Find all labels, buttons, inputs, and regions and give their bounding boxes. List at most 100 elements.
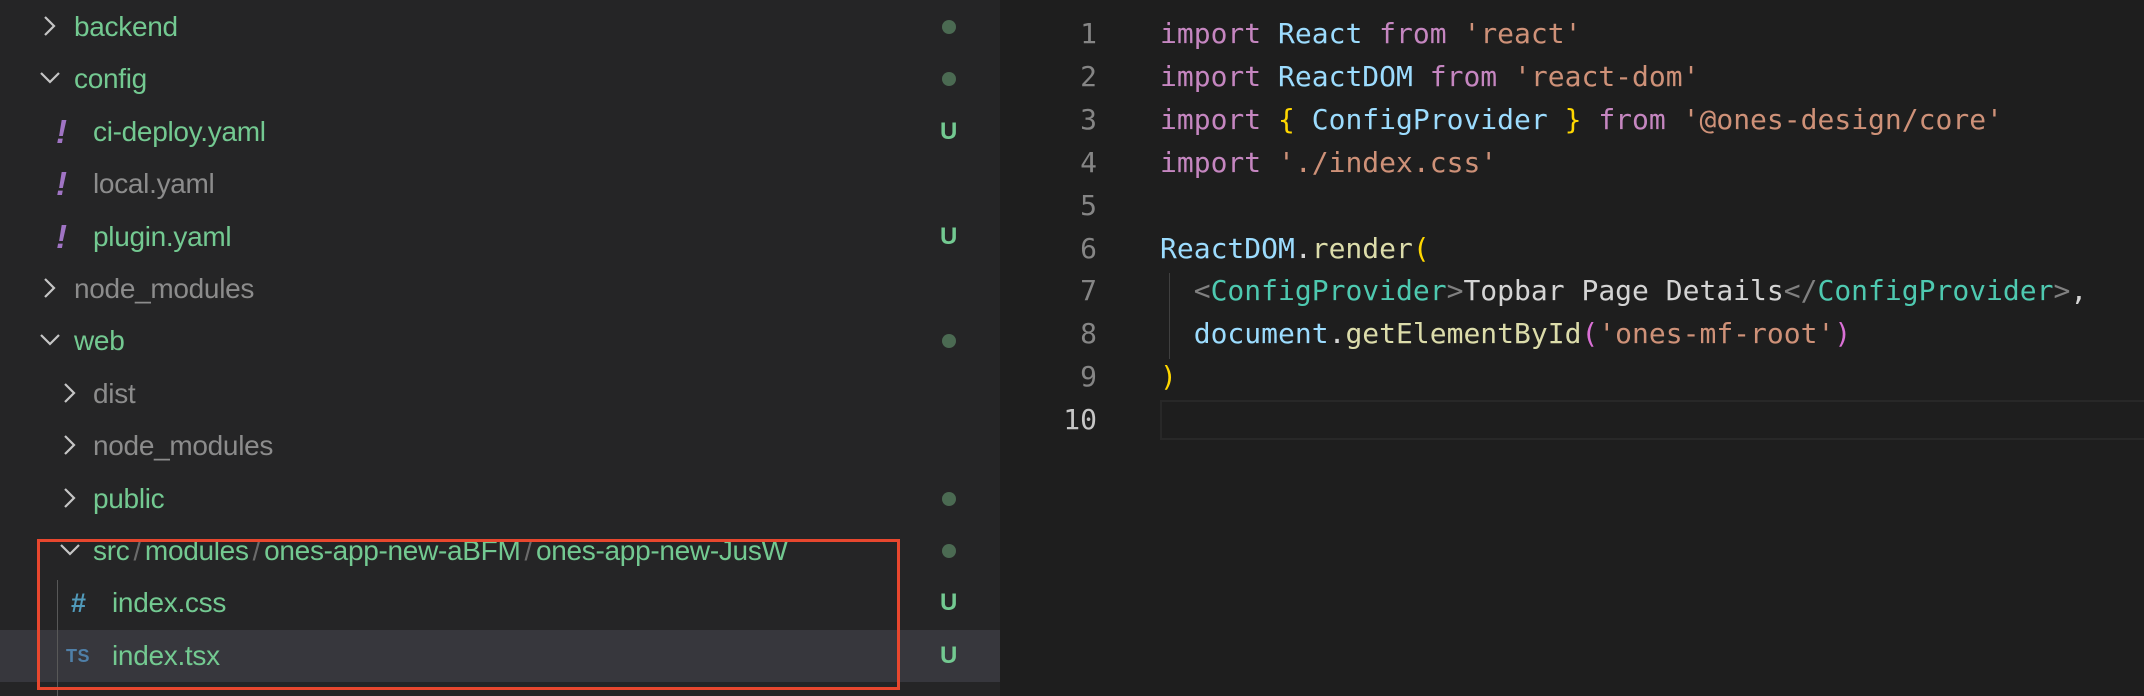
line-number: 6 [1080, 231, 1097, 265]
code-line[interactable]: 2 import ReactDOM from 'react-dom' [1000, 55, 2144, 98]
yaml-exclamation-icon: ! [56, 112, 67, 150]
code-token: document [1193, 317, 1329, 351]
code-token: React [1278, 17, 1363, 50]
code-token: { [1278, 102, 1295, 136]
code-token: < [1193, 274, 1211, 308]
chevron-right-icon[interactable] [55, 368, 81, 420]
code-text: ReactDOM.render( [1160, 227, 1430, 270]
line-number: 5 [1080, 188, 1097, 222]
code-line[interactable]: 6 ReactDOM.render( [1000, 227, 2144, 270]
git-status-badge: U [940, 589, 958, 617]
explorer-panel: backend config! ci-deploy.yaml U! local.yaml… [0, 0, 1000, 696]
code-token: ( [1412, 231, 1430, 265]
tree-item[interactable]: node_modules [0, 420, 1000, 472]
code-token: > [1446, 274, 1464, 308]
code-token: import [1160, 17, 1262, 50]
tree-item-label: config [74, 63, 147, 95]
line-number: 8 [1080, 317, 1097, 351]
code-token: from [1598, 102, 1666, 136]
code-line[interactable]: 7 <ConfigProvider>Topbar Page Details</C… [1000, 269, 2144, 312]
code-token: . [1328, 317, 1346, 351]
tree-item[interactable]: public [0, 473, 1000, 525]
line-number: 4 [1080, 145, 1097, 179]
tree-item[interactable]: config [0, 53, 1000, 105]
tree-item-label: node_modules [74, 273, 255, 304]
code-line[interactable]: 10 [1000, 398, 2144, 441]
code-text: import { ConfigProvider } from '@ones-de… [1160, 98, 2003, 141]
tree-item[interactable]: dist [0, 368, 1000, 420]
code-text: <ConfigProvider>Topbar Page Details</Con… [1160, 269, 2087, 312]
code-token: import [1160, 102, 1262, 136]
git-modified-dot-icon [942, 544, 956, 558]
code-token: ReactDOM [1278, 59, 1413, 93]
chevron-right-icon[interactable] [55, 420, 81, 472]
code-token: ConfigProvider [1311, 102, 1548, 136]
code-token: ConfigProvider [1210, 274, 1447, 308]
code-line[interactable]: 8 document.getElementById('ones-mf-root'… [1000, 312, 2144, 355]
tree-item[interactable]: ! plugin.yaml U [0, 211, 1000, 263]
tree-item-label: backend [74, 11, 178, 42]
tree-item-label: local.yaml [93, 168, 215, 200]
line-number: 10 [1063, 403, 1097, 437]
code-text: import './index.css' [1160, 141, 1497, 184]
git-modified-dot-icon [942, 20, 956, 34]
tree-item[interactable]: ! ci-deploy.yaml U [0, 106, 1000, 158]
code-line[interactable]: 9) [1000, 355, 2144, 398]
highlight-box [37, 539, 900, 690]
code-token: 'react' [1463, 17, 1582, 50]
tree-item[interactable]: node_modules [0, 263, 1000, 315]
code-editor[interactable]: 1 import React from 'react' 2 import ReactD… [1000, 0, 2144, 696]
code-token: './index.css' [1278, 145, 1498, 179]
code-token: import [1160, 59, 1262, 93]
code-token: Topbar Page Details [1463, 274, 1784, 308]
git-status-badge: U [940, 117, 958, 145]
code-token: ) [1834, 317, 1852, 351]
code-token: } [1564, 102, 1582, 136]
chevron-right-icon[interactable] [35, 1, 61, 53]
code-token: </ [1783, 274, 1818, 308]
yaml-exclamation-icon: ! [56, 217, 67, 255]
code-line[interactable]: 4 import './index.css' [1000, 141, 2144, 184]
tree-item[interactable]: web [0, 315, 1000, 367]
tree-item-label: node_modules [93, 430, 274, 462]
tree-item-label: public [93, 482, 165, 514]
code-token: 'ones-mf-root' [1598, 317, 1835, 351]
code-line[interactable]: 5 [1000, 184, 2144, 227]
code-line[interactable]: 3 import { ConfigProvider } from '@ones-d… [1000, 98, 2144, 141]
git-modified-dot-icon [942, 334, 956, 349]
code-token: . [1294, 231, 1312, 265]
code-token: , [2070, 274, 2088, 308]
chevron-right-icon[interactable] [35, 263, 61, 315]
code-token: render [1311, 231, 1413, 265]
code-token: from [1379, 17, 1447, 50]
chevron-down-icon[interactable] [35, 53, 61, 105]
tree-item[interactable]: backend [0, 1, 1000, 53]
code-token: 'react-dom' [1514, 59, 1700, 93]
code-text: import ReactDOM from 'react-dom' [1160, 55, 1699, 98]
code-text: import React from 'react' [1160, 12, 1581, 55]
code-token: '@ones-design/core' [1682, 102, 2003, 136]
code-token: from [1429, 59, 1498, 93]
tree-item-label: web [74, 325, 125, 357]
code-token: ( [1581, 317, 1599, 351]
code-line[interactable]: 1 import React from 'react' [1000, 12, 2144, 55]
chevron-right-icon[interactable] [55, 473, 81, 525]
code-token: getElementById [1345, 317, 1582, 351]
tree-item-label: ci-deploy.yaml [93, 115, 266, 147]
code-text: ) [1160, 355, 1177, 398]
chevron-down-icon[interactable] [35, 315, 61, 367]
tree-item-label: dist [93, 377, 136, 409]
git-status-badge: U [940, 222, 958, 250]
git-modified-dot-icon [942, 72, 956, 87]
tree-item[interactable]: ! local.yaml [0, 158, 1000, 210]
code-token: > [2053, 274, 2071, 308]
